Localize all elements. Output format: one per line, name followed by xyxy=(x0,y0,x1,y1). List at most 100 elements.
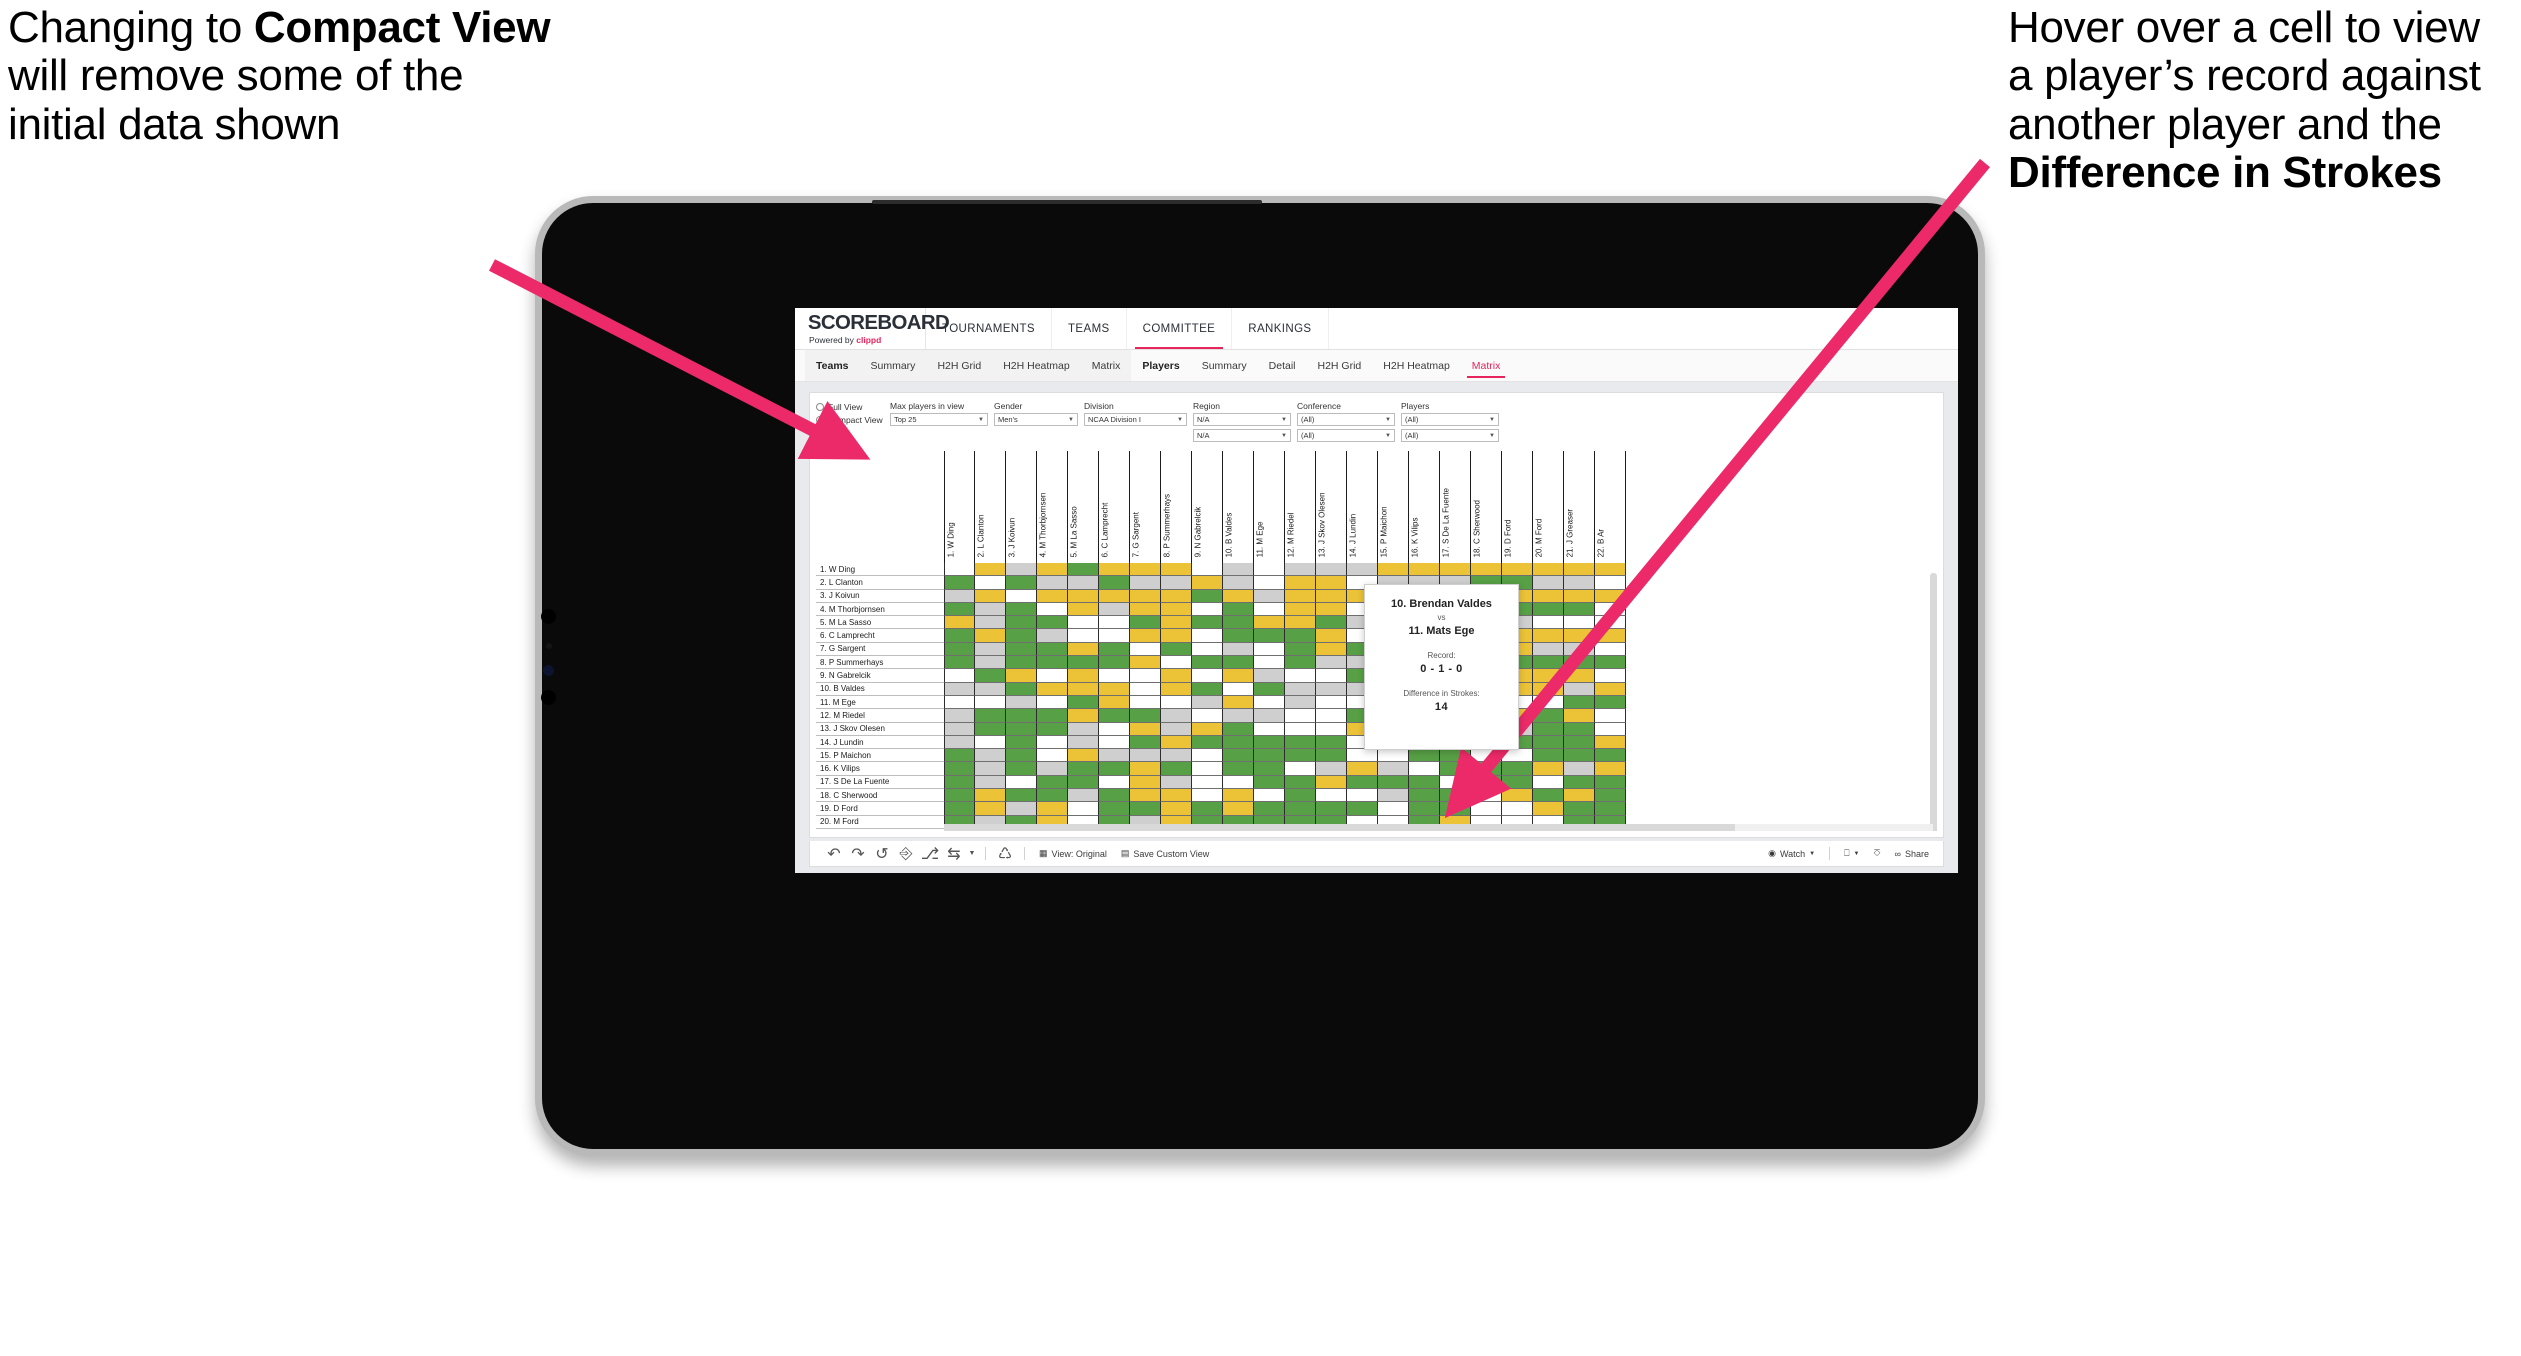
matrix-cell[interactable] xyxy=(1223,669,1254,683)
matrix-column-header[interactable]: 1. W Ding xyxy=(944,451,975,563)
matrix-column-header[interactable]: 21. J Greaser xyxy=(1564,451,1595,563)
matrix-cell[interactable] xyxy=(1006,682,1037,696)
matrix-cell[interactable] xyxy=(1130,656,1161,670)
matrix-cell[interactable] xyxy=(1192,589,1223,603)
matrix-cell[interactable] xyxy=(1285,616,1316,630)
matrix-cell[interactable] xyxy=(1285,576,1316,590)
vertical-scrollbar[interactable] xyxy=(1930,573,1937,831)
matrix-cell[interactable] xyxy=(1130,642,1161,657)
matrix-cell[interactable] xyxy=(1285,563,1316,577)
matrix-cell[interactable] xyxy=(975,695,1006,710)
subnav-teams-matrix[interactable]: Matrix xyxy=(1081,350,1132,381)
matrix-cell[interactable] xyxy=(1037,775,1068,790)
matrix-cell[interactable] xyxy=(1161,749,1192,763)
matrix-column-header[interactable]: 7. G Sargent xyxy=(1130,451,1161,563)
matrix-cell[interactable] xyxy=(1254,722,1285,736)
matrix-cell[interactable] xyxy=(1068,669,1099,683)
matrix-column-header[interactable]: 20. M Ford xyxy=(1533,451,1564,563)
matrix-cell[interactable] xyxy=(1440,789,1471,803)
matrix-cell[interactable] xyxy=(1316,642,1347,657)
matrix-cell[interactable] xyxy=(1316,616,1347,630)
matrix-cell[interactable] xyxy=(1285,629,1316,643)
matrix-cell[interactable] xyxy=(944,589,975,603)
matrix-cell[interactable] xyxy=(1595,616,1626,630)
matrix-cell[interactable] xyxy=(1409,789,1440,803)
matrix-cell[interactable] xyxy=(1006,669,1037,683)
matrix-cell[interactable] xyxy=(1533,775,1564,790)
matrix-cell[interactable] xyxy=(1409,762,1440,776)
matrix-row-label[interactable]: 18. C Sherwood xyxy=(816,789,944,803)
matrix-cell[interactable] xyxy=(1161,576,1192,590)
matrix-cell[interactable] xyxy=(1347,775,1378,790)
filter-select-conference-2[interactable]: (All) ▼ xyxy=(1297,429,1395,442)
matrix-row-label[interactable]: 9. N Gabrelcik xyxy=(816,669,944,683)
matrix-cell[interactable] xyxy=(1564,602,1595,617)
matrix-cell[interactable] xyxy=(944,629,975,643)
matrix-cell[interactable] xyxy=(1564,616,1595,630)
matrix-cell[interactable] xyxy=(1192,762,1223,776)
matrix-column-header[interactable]: 10. B Valdes xyxy=(1223,451,1254,563)
matrix-cell[interactable] xyxy=(1130,602,1161,617)
matrix-cell[interactable] xyxy=(1440,749,1471,763)
filter-select-players-2[interactable]: (All) ▼ xyxy=(1401,429,1499,442)
matrix-cell[interactable] xyxy=(1192,789,1223,803)
matrix-cell[interactable] xyxy=(1068,789,1099,803)
matrix-cell[interactable] xyxy=(1223,682,1254,696)
matrix-cell[interactable] xyxy=(1223,722,1254,736)
matrix-cell[interactable] xyxy=(1006,789,1037,803)
matrix-cell[interactable] xyxy=(1564,722,1595,736)
topnav-item-teams[interactable]: TEAMS xyxy=(1052,308,1127,349)
matrix-cell[interactable] xyxy=(1099,682,1130,696)
matrix-column-header[interactable]: 15. P Maichon xyxy=(1378,451,1409,563)
matrix-cell[interactable] xyxy=(1440,802,1471,816)
matrix-cell[interactable] xyxy=(944,695,975,710)
matrix-cell[interactable] xyxy=(975,789,1006,803)
matrix-row-label[interactable]: 4. M Thorbjornsen xyxy=(816,602,944,617)
matrix-cell[interactable] xyxy=(1192,602,1223,617)
matrix-cell[interactable] xyxy=(1254,629,1285,643)
subnav-teams-h2h-heatmap[interactable]: H2H Heatmap xyxy=(992,350,1081,381)
matrix-cell[interactable] xyxy=(1533,669,1564,683)
matrix-cell[interactable] xyxy=(1378,802,1409,816)
matrix-cell[interactable] xyxy=(975,576,1006,590)
view-original-button[interactable]: ▦ View: Original xyxy=(1032,848,1114,859)
matrix-column-header[interactable]: 2. L Clanton xyxy=(975,451,1006,563)
matrix-cell[interactable] xyxy=(1068,629,1099,643)
matrix-cell[interactable] xyxy=(1223,802,1254,816)
matrix-cell[interactable] xyxy=(1564,656,1595,670)
matrix-cell[interactable] xyxy=(1595,669,1626,683)
matrix-cell[interactable] xyxy=(1068,749,1099,763)
matrix-cell[interactable] xyxy=(1285,656,1316,670)
matrix-cell[interactable] xyxy=(1254,616,1285,630)
matrix-row-label[interactable]: 13. J Skov Olesen xyxy=(816,722,944,736)
matrix-cell[interactable] xyxy=(1068,695,1099,710)
matrix-cell[interactable] xyxy=(1316,762,1347,776)
revert-icon[interactable]: ↺ xyxy=(870,842,894,866)
matrix-column-header[interactable]: 17. S De La Fuente xyxy=(1440,451,1471,563)
matrix-column-header[interactable]: 13. J Skov Olesen xyxy=(1316,451,1347,563)
matrix-cell[interactable] xyxy=(1161,722,1192,736)
matrix-cell[interactable] xyxy=(1130,669,1161,683)
matrix-cell[interactable] xyxy=(1564,749,1595,763)
matrix-cell[interactable] xyxy=(1285,735,1316,750)
matrix-cell[interactable] xyxy=(1006,629,1037,643)
matrix-cell[interactable] xyxy=(1254,642,1285,657)
matrix-cell[interactable] xyxy=(1316,735,1347,750)
matrix-cell[interactable] xyxy=(1161,789,1192,803)
matrix-cell[interactable] xyxy=(1502,775,1533,790)
matrix-cell[interactable] xyxy=(1564,802,1595,816)
matrix-cell[interactable] xyxy=(975,709,1006,723)
matrix-cell[interactable] xyxy=(1161,762,1192,776)
subnav-teams-teams[interactable]: Teams xyxy=(805,350,860,381)
matrix-cell[interactable] xyxy=(1130,802,1161,816)
matrix-cell[interactable] xyxy=(1130,775,1161,790)
matrix-cell[interactable] xyxy=(1316,669,1347,683)
matrix-cell[interactable] xyxy=(1037,669,1068,683)
matrix-cell[interactable] xyxy=(1533,789,1564,803)
matrix-cell[interactable] xyxy=(1130,682,1161,696)
matrix-cell[interactable] xyxy=(1130,709,1161,723)
matrix-cell[interactable] xyxy=(1192,749,1223,763)
matrix-cell[interactable] xyxy=(1223,629,1254,643)
filter-select-players[interactable]: (All) ▼ xyxy=(1401,413,1499,426)
matrix-cell[interactable] xyxy=(1595,642,1626,657)
